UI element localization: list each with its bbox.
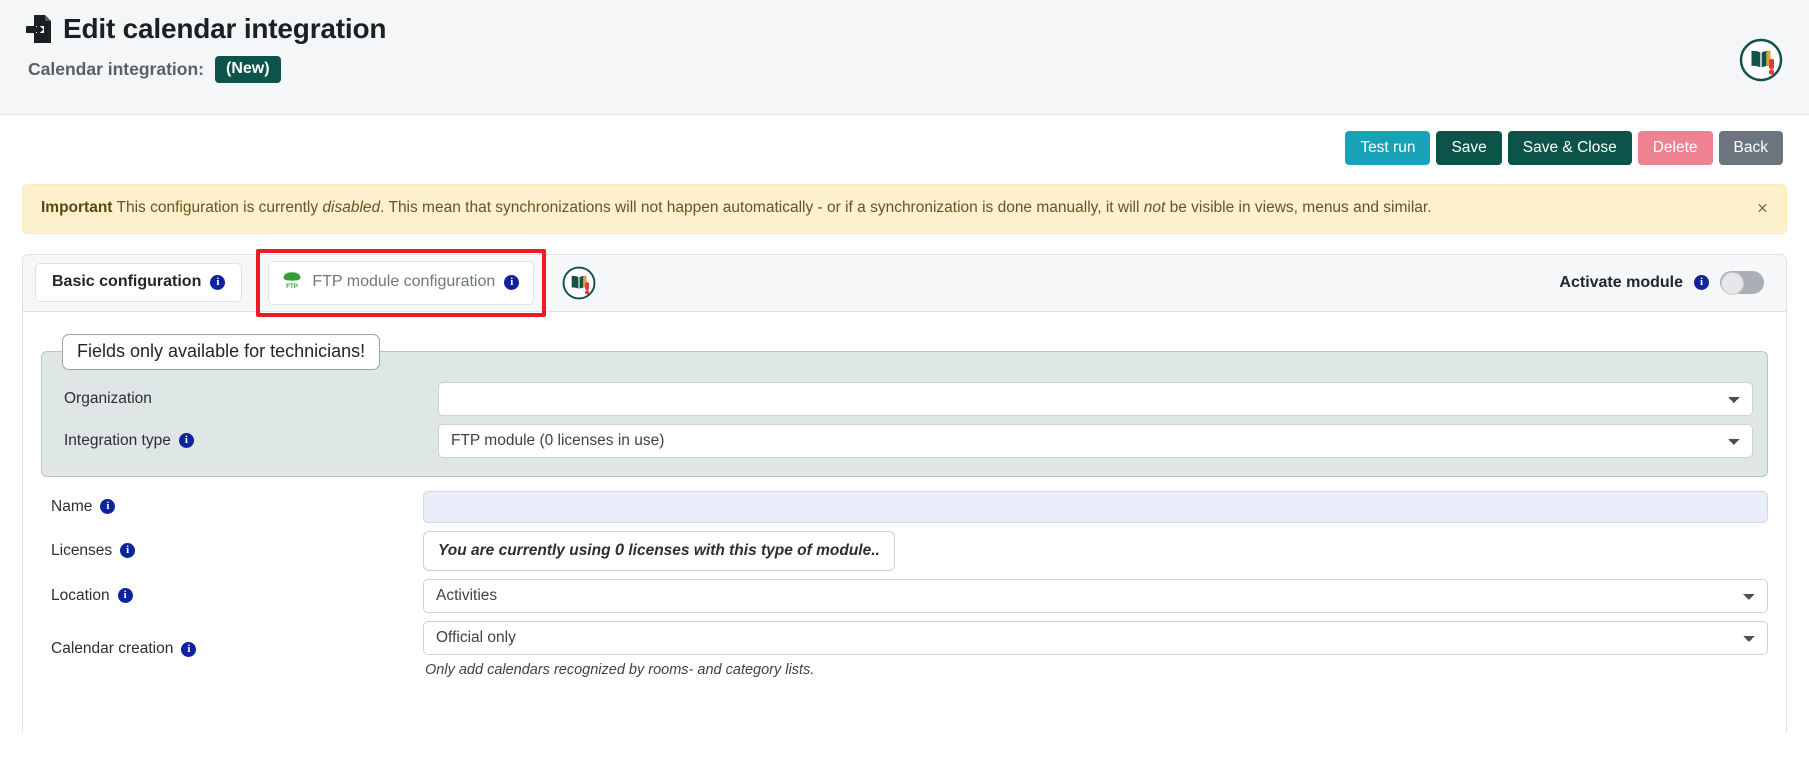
name-field-wrap <box>423 490 1768 523</box>
licenses-label: Licenses <box>51 541 113 559</box>
info-icon[interactable]: i <box>100 499 116 515</box>
status-badge: (New) <box>215 55 281 83</box>
integration-type-label: Integration type <box>64 431 171 449</box>
ftp-cloud-icon: FTP <box>281 269 303 296</box>
save-button[interactable]: Save <box>1436 131 1502 166</box>
integration-type-select[interactable]: FTP module (0 licenses in use) <box>438 423 1753 458</box>
tab-basic-configuration[interactable]: Basic configuration i <box>35 263 243 303</box>
alert-text-part2: . This mean that synchronizations will n… <box>380 199 1144 217</box>
licenses-note: You are currently using 0 licenses with … <box>423 530 895 571</box>
row-licenses: Licenses i You are currently using 0 lic… <box>41 527 1768 575</box>
form-body: Fields only available for technicians! O… <box>22 311 1787 732</box>
location-field-wrap: Activities <box>423 578 1768 613</box>
save-and-close-button[interactable]: Save & Close <box>1507 131 1632 166</box>
subtitle-label: Calendar integration: <box>28 58 204 79</box>
organization-field-wrap <box>438 381 1753 416</box>
name-label-wrap: Name i <box>41 498 423 516</box>
location-label: Location <box>51 586 110 604</box>
tab-highlight-box: FTP FTP module configuration i <box>256 248 547 317</box>
licenses-note-part-b: licenses with this type of module.. <box>624 541 880 559</box>
info-icon[interactable]: i <box>504 274 520 290</box>
alert-emphasis-disabled: disabled <box>322 199 381 217</box>
info-icon[interactable]: i <box>181 641 197 657</box>
subtitle-row: Calendar integration: (New) <box>26 55 1783 83</box>
name-label: Name <box>51 497 93 515</box>
calendar-creation-label-wrap: Calendar creation i <box>41 640 423 658</box>
back-button[interactable]: Back <box>1718 131 1783 166</box>
svg-text:FTP: FTP <box>287 283 299 290</box>
book-alert-icon[interactable] <box>562 266 596 300</box>
organization-label: Organization <box>64 389 152 407</box>
tab-basic-configuration-label: Basic configuration <box>52 273 202 291</box>
alert-text-part1: This configuration is currently <box>112 199 323 217</box>
info-icon[interactable]: i <box>120 543 136 559</box>
row-organization: Organization <box>56 378 1753 420</box>
document-import-icon <box>26 14 52 44</box>
alert-emphasis-not: not <box>1143 199 1166 217</box>
technician-fields-legend: Fields only available for technicians! <box>62 333 381 370</box>
row-location: Location i Activities <box>41 575 1768 617</box>
calendar-creation-select[interactable]: Official only <box>423 620 1768 655</box>
delete-button[interactable]: Delete <box>1637 131 1713 166</box>
licenses-note-part-a: You are currently using <box>438 541 615 559</box>
tab-ftp-module-configuration-label: FTP module configuration <box>312 273 496 291</box>
title-row: Edit calendar integration <box>26 13 1783 45</box>
activate-module-label: Activate module <box>1559 273 1683 291</box>
alert-strong-label: Important <box>41 199 113 217</box>
row-calendar-creation: Calendar creation i Official only Only a… <box>41 617 1768 682</box>
test-run-button[interactable]: Test run <box>1345 131 1431 166</box>
action-toolbar: Test run Save Save & Close Delete Back <box>0 115 1809 166</box>
calendar-creation-field-wrap: Official only Only add calendars recogni… <box>423 620 1768 678</box>
page-header: Edit calendar integration Calendar integ… <box>0 0 1809 115</box>
activate-module-toggle[interactable] <box>1720 271 1764 296</box>
location-label-wrap: Location i <box>41 587 423 605</box>
info-icon[interactable]: i <box>178 433 194 449</box>
licenses-label-wrap: Licenses i <box>41 542 423 560</box>
calendar-creation-help: Only add calendars recognized by rooms- … <box>425 661 815 678</box>
licenses-count: 0 <box>614 540 625 559</box>
integration-type-label-wrap: Integration type i <box>56 432 438 450</box>
name-input[interactable] <box>423 490 1768 523</box>
info-icon[interactable]: i <box>210 274 226 290</box>
organization-label-wrap: Organization <box>56 390 438 408</box>
technician-fields-fieldset: Fields only available for technicians! O… <box>41 333 1768 477</box>
tab-list: Basic configuration i FTP FTP module con… <box>35 248 596 317</box>
alert-text-part3: be visible in views, menus and similar. <box>1165 199 1432 217</box>
close-icon[interactable]: × <box>1755 199 1770 218</box>
location-select[interactable]: Activities <box>423 578 1768 613</box>
main-fields: Name i Licenses i You are currently usin… <box>23 477 1786 682</box>
row-integration-type: Integration type i FTP module (0 license… <box>56 420 1753 462</box>
row-name: Name i <box>41 487 1768 527</box>
info-icon[interactable]: i <box>117 588 133 604</box>
tab-ftp-module-configuration[interactable]: FTP FTP module configuration i <box>268 260 535 305</box>
organization-select[interactable] <box>438 381 1753 416</box>
calendar-creation-label: Calendar creation <box>51 640 174 658</box>
integration-type-field-wrap: FTP module (0 licenses in use) <box>438 423 1753 458</box>
activate-module-group: Activate module i <box>1559 271 1772 296</box>
info-icon[interactable]: i <box>1694 275 1709 291</box>
important-alert: Important This configuration is currentl… <box>22 184 1787 234</box>
page-title: Edit calendar integration <box>63 13 387 44</box>
tab-bar: Basic configuration i FTP FTP module con… <box>22 248 1787 317</box>
licenses-field-wrap: You are currently using 0 licenses with … <box>423 530 1768 571</box>
book-alert-icon[interactable] <box>1739 38 1783 87</box>
